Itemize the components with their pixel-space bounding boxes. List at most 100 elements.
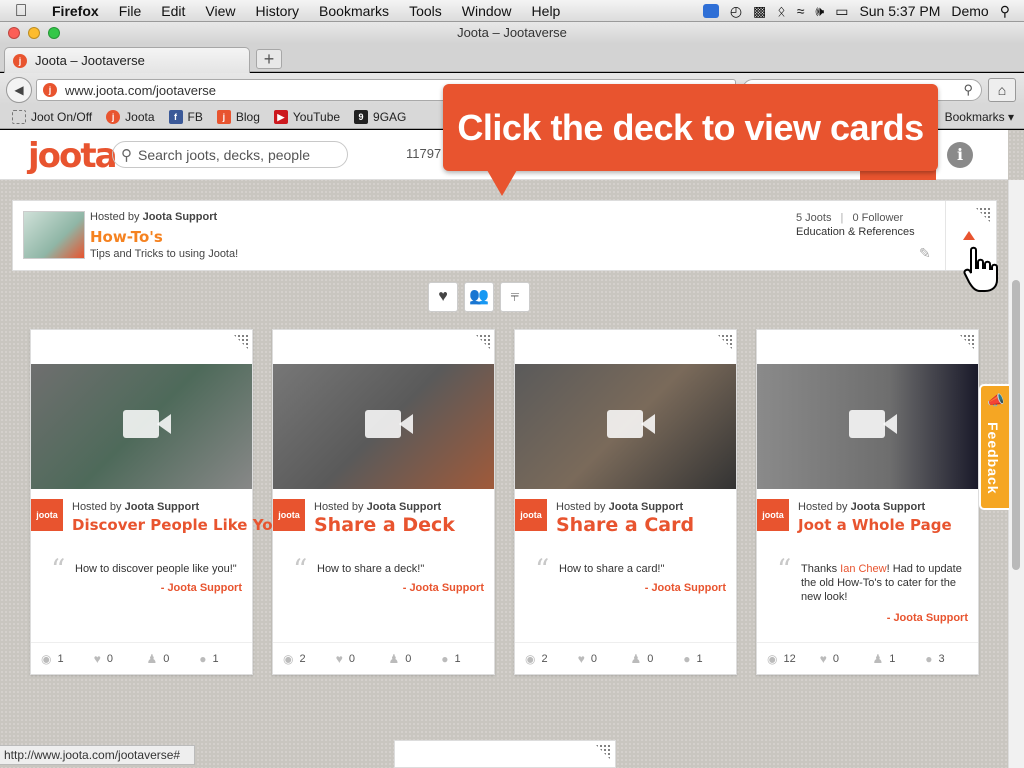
bluetooth-icon[interactable]: ᛟ: [777, 3, 785, 19]
card[interactable]: joota Hosted by Joota Support Discover P…: [30, 329, 283, 675]
menu-window[interactable]: Window: [452, 0, 522, 22]
likes-stat[interactable]: ♥ 0: [336, 652, 389, 666]
quote-mention-link[interactable]: Ian Chew: [840, 563, 886, 575]
time-machine-icon[interactable]: ◴: [730, 3, 742, 20]
follows-stat[interactable]: ♟ 0: [147, 652, 200, 666]
status-bar: http://www.joota.com/jootaverse#: [0, 745, 195, 765]
deck-host-name[interactable]: Joota Support: [143, 211, 218, 223]
scrollbar-thumb[interactable]: [1012, 280, 1020, 570]
info-icon[interactable]: i: [947, 142, 973, 168]
card[interactable]: joota Hosted by Joota Support Share a Ca…: [514, 329, 737, 675]
site-identity-icon[interactable]: j: [43, 83, 57, 97]
bookmark-blog[interactable]: j Blog: [216, 109, 260, 124]
apple-icon[interactable]: : [0, 1, 42, 21]
display-icon[interactable]: ▩: [753, 3, 766, 20]
bookmark-youtube[interactable]: ▶ YouTube: [273, 109, 340, 124]
bookmark-joot-onoff[interactable]: Joot On/Off: [12, 109, 92, 124]
card-host-name[interactable]: Joota Support: [851, 501, 926, 513]
card-title[interactable]: Discover People Like You: [72, 516, 283, 534]
card-host-name[interactable]: Joota Support: [125, 501, 200, 513]
card[interactable]: joota Hosted by Joota Support Joot a Who…: [756, 329, 979, 675]
follows-stat[interactable]: ♟ 1: [873, 652, 926, 666]
likes-stat[interactable]: ♥ 0: [578, 652, 631, 666]
comments-stat[interactable]: ● 1: [199, 652, 252, 666]
menu-history[interactable]: History: [245, 0, 309, 22]
menubar-user[interactable]: Demo: [951, 3, 988, 19]
card[interactable]: joota Hosted by Joota Support Share a De…: [272, 329, 495, 675]
video-play-icon[interactable]: [607, 410, 655, 438]
teamviewer-icon[interactable]: [702, 4, 719, 18]
home-button[interactable]: ⌂: [988, 78, 1016, 102]
card-host-name[interactable]: Joota Support: [367, 501, 442, 513]
menubar-status-area: ◴ ▩ ᛟ ≈ 🕪 ▭ Sun 5:37 PM Demo ⚲: [702, 0, 1024, 22]
feedback-label: Feedback: [985, 422, 1001, 495]
card-video-thumbnail[interactable]: [31, 364, 252, 489]
menu-tools[interactable]: Tools: [399, 0, 452, 22]
comments-stat[interactable]: ● 1: [683, 652, 736, 666]
bookmark-label: FB: [187, 109, 203, 124]
menubar-clock[interactable]: Sun 5:37 PM: [859, 3, 940, 19]
menu-edit[interactable]: Edit: [151, 0, 195, 22]
eye-icon: ◉: [525, 651, 536, 666]
quote-text: Thanks: [801, 563, 841, 575]
card-host-name[interactable]: Joota Support: [609, 501, 684, 513]
edit-pencil-icon[interactable]: ✎: [919, 245, 931, 262]
card-author[interactable]: - Joota Support: [887, 612, 968, 624]
menu-bookmarks[interactable]: Bookmarks: [309, 0, 399, 22]
likes-stat[interactable]: ♥ 0: [820, 652, 873, 666]
minimize-window-button[interactable]: [28, 27, 40, 39]
collapse-arrow-icon[interactable]: [963, 231, 975, 240]
card-author[interactable]: - Joota Support: [403, 582, 484, 594]
card-title[interactable]: Share a Card: [556, 514, 694, 536]
joota-badge-icon: joota: [31, 499, 63, 531]
follows-stat[interactable]: ♟ 0: [631, 652, 684, 666]
card-title[interactable]: Share a Deck: [314, 514, 455, 536]
bookmark-joota[interactable]: j Joota: [106, 109, 155, 124]
video-play-icon[interactable]: [365, 410, 413, 438]
facebook-icon: f: [168, 109, 183, 124]
new-tab-button[interactable]: +: [256, 49, 282, 69]
card-video-thumbnail[interactable]: [757, 364, 978, 489]
card-video-thumbnail[interactable]: [515, 364, 736, 489]
share-button[interactable]: ⫧: [500, 282, 530, 312]
video-play-icon[interactable]: [123, 410, 171, 438]
menu-view[interactable]: View: [195, 0, 245, 22]
zoom-window-button[interactable]: [48, 27, 60, 39]
bookmark-9gag[interactable]: 9 9GAG: [354, 109, 406, 124]
comments-stat[interactable]: ● 3: [925, 652, 978, 666]
follow-button[interactable]: 👥: [464, 282, 494, 312]
volume-icon[interactable]: 🕪: [815, 3, 824, 20]
feedback-tab[interactable]: 📣 Feedback: [979, 384, 1009, 510]
deck-title[interactable]: How-To's: [90, 228, 163, 246]
menu-help[interactable]: Help: [522, 0, 571, 22]
likes-stat[interactable]: ♥ 0: [94, 652, 147, 666]
views-count: 12: [783, 652, 796, 665]
deck-bar[interactable]: Hosted by Joota Support How-To's Tips an…: [12, 200, 997, 271]
card-author[interactable]: - Joota Support: [645, 582, 726, 594]
comments-stat[interactable]: ● 1: [441, 652, 494, 666]
video-play-icon[interactable]: [849, 410, 897, 438]
card-video-thumbnail[interactable]: [273, 364, 494, 489]
bookmarks-menu[interactable]: Bookmarks ▾: [945, 105, 1014, 129]
card-title[interactable]: Joot a Whole Page: [798, 516, 952, 534]
like-button[interactable]: ♥: [428, 282, 458, 312]
wifi-icon[interactable]: ≈: [797, 3, 805, 19]
close-window-button[interactable]: [8, 27, 20, 39]
menu-app-firefox[interactable]: Firefox: [42, 0, 109, 22]
battery-icon[interactable]: ▭: [835, 3, 848, 20]
site-search-input[interactable]: ⚲ Search joots, decks, people: [112, 141, 348, 168]
next-deck-card[interactable]: [394, 740, 616, 768]
joota-logo[interactable]: joota: [28, 136, 118, 176]
follows-stat[interactable]: ♟ 0: [389, 652, 442, 666]
card-author[interactable]: - Joota Support: [161, 582, 242, 594]
megaphone-icon: 📣: [987, 392, 1006, 408]
menu-file[interactable]: File: [109, 0, 152, 22]
search-icon[interactable]: ⚲: [963, 82, 973, 98]
back-button[interactable]: ◀: [6, 77, 32, 103]
dotted-square-icon: [12, 109, 26, 124]
bookmark-fb[interactable]: f FB: [168, 109, 203, 124]
card-stats: ◉ 12 ♥ 0 ♟ 1 ● 3: [757, 642, 978, 674]
deck-thumbnail[interactable]: [23, 211, 85, 259]
spotlight-icon[interactable]: ⚲: [1000, 3, 1010, 20]
tab-jootaverse[interactable]: j Joota – Jootaverse: [4, 47, 250, 73]
